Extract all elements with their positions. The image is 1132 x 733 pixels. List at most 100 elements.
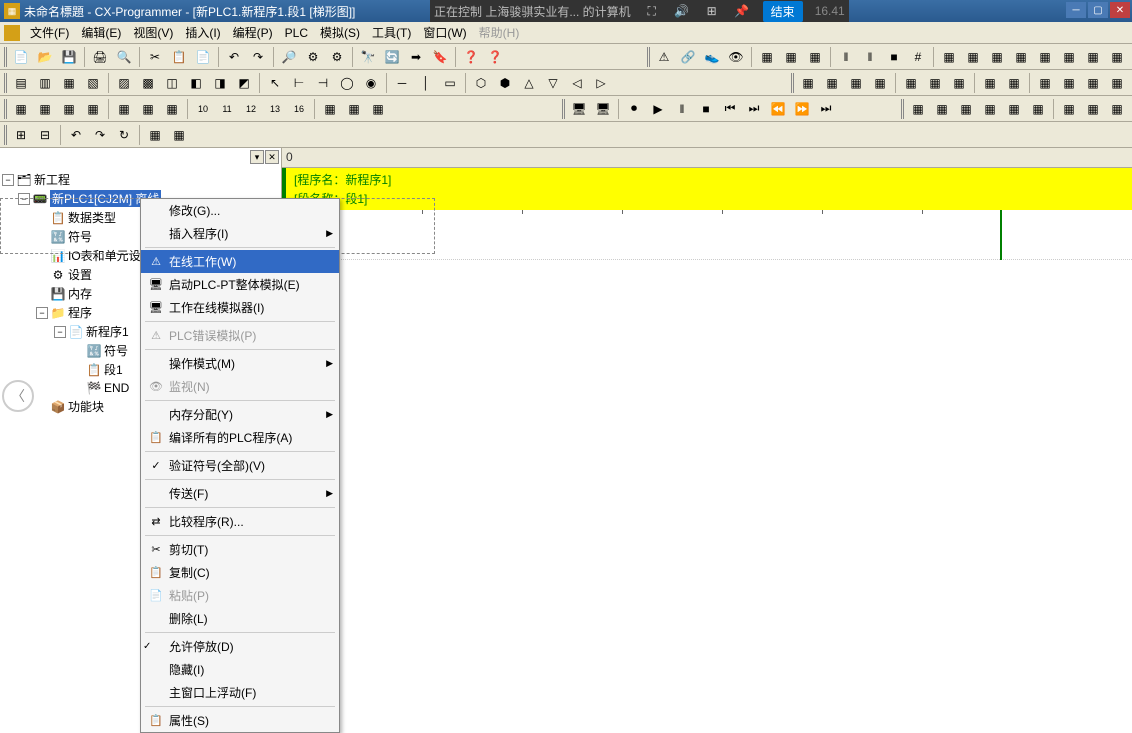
tb3-8[interactable]: ▦: [319, 98, 341, 120]
step-fwd-icon[interactable]: ⏭: [743, 98, 765, 120]
box-icon[interactable]: ▭: [439, 72, 461, 94]
tb3-7[interactable]: ▦: [161, 98, 183, 120]
tb4-3[interactable]: ↶: [65, 124, 87, 146]
stop2-icon[interactable]: ■: [695, 98, 717, 120]
tb3r-1[interactable]: ▦: [907, 98, 929, 120]
new-icon[interactable]: 📄: [10, 46, 32, 68]
menu-simulate[interactable]: 模拟(S): [314, 22, 366, 43]
preview-icon[interactable]: 🔍: [113, 46, 135, 68]
tb3-n16[interactable]: 16: [288, 98, 310, 120]
tb2r-9[interactable]: ▦: [1003, 72, 1025, 94]
tb2r-3[interactable]: ▦: [845, 72, 867, 94]
ctx-cut[interactable]: ✂剪切(T): [141, 538, 339, 561]
tb2r-7[interactable]: ▦: [948, 72, 970, 94]
tb3-4[interactable]: ▦: [82, 98, 104, 120]
menu-insert[interactable]: 插入(I): [179, 22, 226, 43]
close-button[interactable]: ✕: [1110, 2, 1130, 18]
cursor-icon[interactable]: ↖: [264, 72, 286, 94]
window-icon[interactable]: ⊞: [703, 2, 721, 20]
play-icon[interactable]: ▶: [647, 98, 669, 120]
tool-icon[interactable]: ⚙: [302, 46, 324, 68]
tb2-6[interactable]: ▩: [137, 72, 159, 94]
tb2-8[interactable]: ◧: [185, 72, 207, 94]
tb3-10[interactable]: ▦: [367, 98, 389, 120]
tb2-24[interactable]: ◁: [566, 72, 588, 94]
undo-icon[interactable]: ↶: [223, 46, 245, 68]
tb3-2[interactable]: ▦: [34, 98, 56, 120]
menu-window[interactable]: 窗口(W): [417, 22, 472, 43]
tb3-9[interactable]: ▦: [343, 98, 365, 120]
pause-icon[interactable]: ‖: [859, 46, 881, 68]
tb2-10[interactable]: ◩: [233, 72, 255, 94]
skip-icon[interactable]: ⏭: [815, 98, 837, 120]
tb4-5[interactable]: ↻: [113, 124, 135, 146]
tb2-7[interactable]: ◫: [161, 72, 183, 94]
eye-icon[interactable]: 👁: [725, 46, 747, 68]
tb3-n12[interactable]: 12: [240, 98, 262, 120]
contact2-icon[interactable]: ⊣: [312, 72, 334, 94]
ctx-allow-dock[interactable]: ✓允许停放(D): [141, 635, 339, 658]
end-remote-button[interactable]: 结束: [763, 1, 803, 22]
tb2-3[interactable]: ▦: [58, 72, 80, 94]
bookmark-icon[interactable]: 🔖: [429, 46, 451, 68]
maximize-button[interactable]: ▢: [1088, 2, 1108, 18]
run-icon[interactable]: 👟: [701, 46, 723, 68]
open-icon[interactable]: 📂: [34, 46, 56, 68]
volume-icon[interactable]: 🔊: [673, 2, 691, 20]
tb2-23[interactable]: ▽: [542, 72, 564, 94]
print-icon[interactable]: 🖨: [89, 46, 111, 68]
ctx-online-sim[interactable]: 🖥工作在线模拟器(I): [141, 296, 339, 319]
tb3r-2[interactable]: ▦: [931, 98, 953, 120]
tb2-20[interactable]: ⬡: [470, 72, 492, 94]
grid3-icon[interactable]: ▦: [986, 46, 1008, 68]
tb3-n13[interactable]: 13: [264, 98, 286, 120]
tb4-1[interactable]: ⊞: [10, 124, 32, 146]
ctx-copy[interactable]: 📋复制(C): [141, 561, 339, 584]
tb3-1[interactable]: ▦: [10, 98, 32, 120]
find-icon[interactable]: 🔎: [278, 46, 300, 68]
grid8-icon[interactable]: ▦: [1106, 46, 1128, 68]
coil2-icon[interactable]: ◉: [360, 72, 382, 94]
grid7-icon[interactable]: ▦: [1082, 46, 1104, 68]
record-icon[interactable]: ⏺: [623, 98, 645, 120]
tree-root[interactable]: −🗂 新工程: [0, 170, 281, 189]
ctx-modify[interactable]: 修改(G)...: [141, 199, 339, 222]
redo-icon[interactable]: ↷: [247, 46, 269, 68]
context-help-icon[interactable]: ❓: [484, 46, 506, 68]
monitor-icon[interactable]: 🖥: [568, 98, 590, 120]
ladder-rung[interactable]: [282, 210, 1132, 260]
monitor2-icon[interactable]: 🖥: [592, 98, 614, 120]
tb3r-7[interactable]: ▦: [1058, 98, 1080, 120]
tb3-3[interactable]: ▦: [58, 98, 80, 120]
tb2r-10[interactable]: ▦: [1034, 72, 1056, 94]
tree-pin-icon[interactable]: ▾: [250, 150, 264, 164]
menu-help[interactable]: 帮助(H): [473, 22, 526, 43]
ctx-online-work[interactable]: ⚠在线工作(W): [141, 250, 339, 273]
tool-icon2[interactable]: ⚙: [326, 46, 348, 68]
menu-tools[interactable]: 工具(T): [366, 22, 417, 43]
warn-icon[interactable]: ⚠: [653, 46, 675, 68]
grid5-icon[interactable]: ▦: [1034, 46, 1056, 68]
contact-icon[interactable]: ⊢: [288, 72, 310, 94]
tb3r-8[interactable]: ▦: [1082, 98, 1104, 120]
chip3-icon[interactable]: ▦: [804, 46, 826, 68]
coil-icon[interactable]: ◯: [336, 72, 358, 94]
grid2-icon[interactable]: ▦: [962, 46, 984, 68]
tb4-2[interactable]: ⊟: [34, 124, 56, 146]
hash-icon[interactable]: #: [907, 46, 929, 68]
stop-icon[interactable]: ■: [883, 46, 905, 68]
tb2r-2[interactable]: ▦: [821, 72, 843, 94]
ffwd-icon[interactable]: ⏩: [791, 98, 813, 120]
menu-file[interactable]: 文件(F): [24, 22, 75, 43]
ctx-hide[interactable]: 隐藏(I): [141, 658, 339, 681]
tb2r-6[interactable]: ▦: [924, 72, 946, 94]
tb3-5[interactable]: ▦: [113, 98, 135, 120]
ctx-op-mode[interactable]: 操作模式(M)▶: [141, 352, 339, 375]
tb2r-11[interactable]: ▦: [1058, 72, 1080, 94]
tb2-4[interactable]: ▧: [82, 72, 104, 94]
collapse-panel-button[interactable]: 〈: [2, 380, 34, 412]
fullscreen-icon[interactable]: ⛶: [643, 2, 661, 20]
grid6-icon[interactable]: ▦: [1058, 46, 1080, 68]
grid4-icon[interactable]: ▦: [1010, 46, 1032, 68]
tb2-21[interactable]: ⬢: [494, 72, 516, 94]
